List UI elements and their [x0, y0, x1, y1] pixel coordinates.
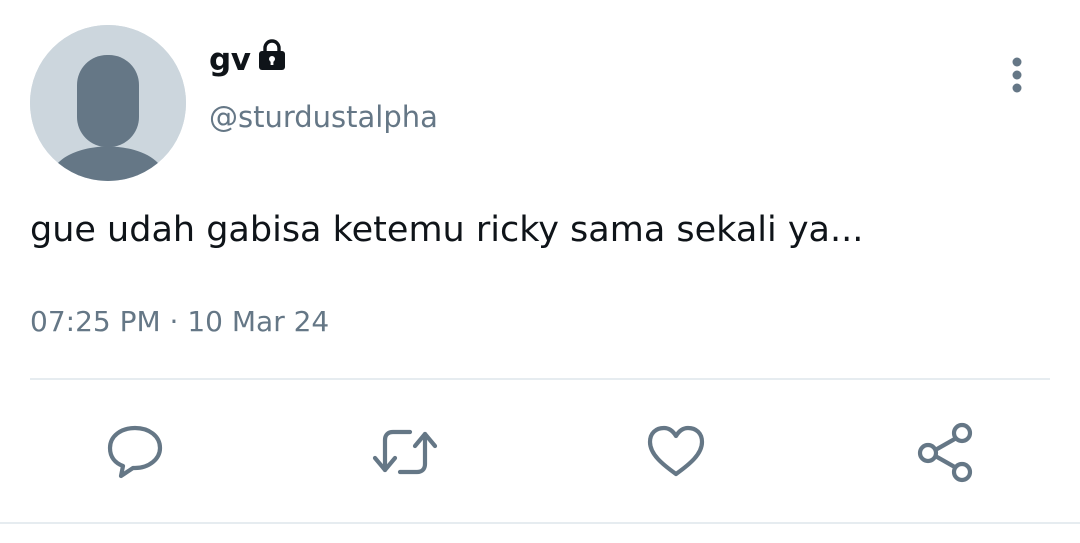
heart-icon	[647, 425, 705, 477]
display-name[interactable]: gv	[209, 42, 251, 78]
bottom-divider	[0, 522, 1080, 524]
retweet-icon	[372, 429, 438, 475]
tweet-card: gv @sturdustalpha gue udah gabisa ketemu…	[0, 0, 1080, 543]
reply-button[interactable]	[103, 420, 167, 484]
lock-icon	[255, 38, 289, 76]
tweet-date[interactable]: 10 Mar 24	[187, 305, 329, 338]
default-avatar-icon	[30, 25, 186, 181]
retweet-button[interactable]	[370, 420, 438, 484]
tweet-timestamp: 07:25 PM · 10 Mar 24	[30, 305, 329, 338]
meta-separator: ·	[169, 305, 179, 338]
author-name-row: gv	[209, 38, 289, 82]
divider	[30, 378, 1050, 380]
like-button[interactable]	[644, 420, 708, 484]
tweet-text: gue udah gabisa ketemu ricky sama sekali…	[30, 210, 864, 250]
avatar[interactable]	[30, 25, 186, 181]
more-options-button[interactable]	[998, 52, 1038, 100]
reply-icon	[107, 425, 163, 479]
tweet-time[interactable]: 07:25 PM	[30, 305, 161, 338]
share-button[interactable]	[914, 420, 978, 484]
author-handle[interactable]: @sturdustalpha	[209, 100, 438, 134]
share-icon	[917, 422, 973, 483]
more-vertical-icon	[1012, 57, 1022, 93]
